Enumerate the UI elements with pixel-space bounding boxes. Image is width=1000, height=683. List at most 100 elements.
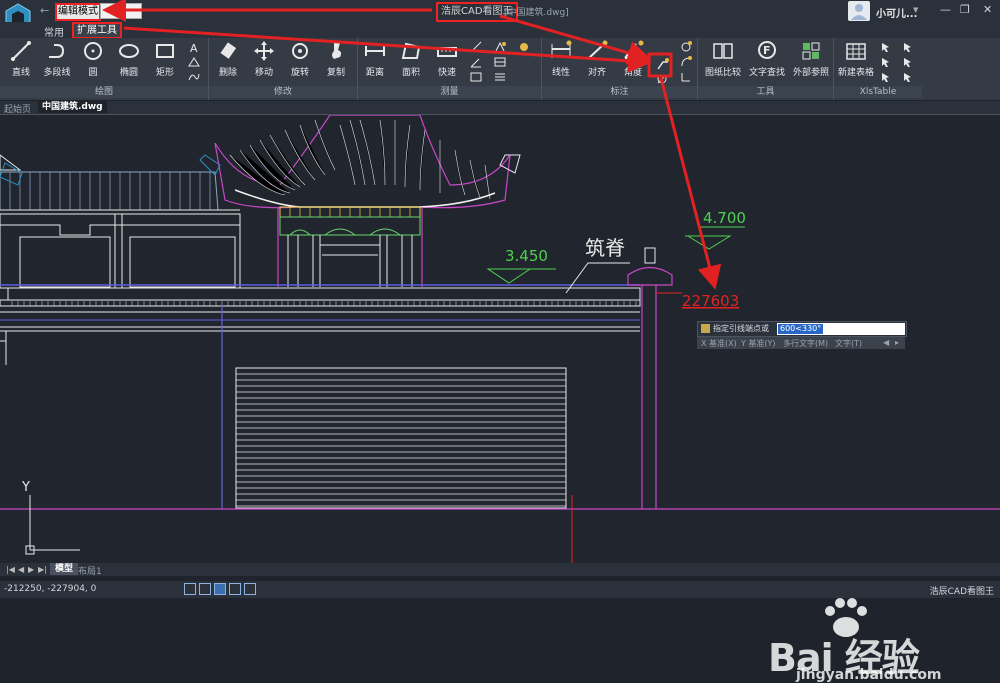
coordinate-icon[interactable]	[494, 41, 506, 53]
text-find-button[interactable]: F 文字查找	[746, 40, 788, 78]
user-name[interactable]: 小可儿...	[876, 5, 917, 20]
next-tab-icon[interactable]: ▶	[28, 565, 34, 574]
option-scroll-right-icon[interactable]: ▸	[895, 338, 899, 347]
drawing-compare-button[interactable]: 图纸比较	[702, 40, 744, 78]
arc-dim-icon[interactable]	[680, 56, 692, 68]
garage-door	[235, 367, 567, 509]
tab-start-page[interactable]: 起始页	[4, 102, 31, 115]
angle-dim-button[interactable]: 角度	[616, 40, 650, 78]
delete-tool-button[interactable]: 删除	[211, 40, 245, 78]
rotate-tool-button[interactable]: 旋转	[283, 40, 317, 78]
xref-button[interactable]: 外部参照	[790, 40, 832, 78]
option-mtext[interactable]: 多行文字(M)	[783, 338, 828, 349]
table-cursor-icon[interactable]	[880, 41, 892, 53]
text-find-icon: F	[758, 41, 776, 59]
copy-icon	[332, 43, 342, 59]
elevation-marker-2: 4.700	[685, 209, 746, 250]
quick-measure-button[interactable]: 快速	[430, 40, 464, 78]
group-label-xlstable: XlsTable	[834, 86, 922, 98]
rectangle-tool-button[interactable]: 矩形	[148, 40, 182, 78]
prev-tab-icon[interactable]: ◀	[18, 565, 24, 574]
line-tool-button[interactable]: 直线	[4, 40, 38, 78]
table-merge-icon[interactable]	[902, 56, 914, 68]
osnap-icon[interactable]	[229, 583, 241, 595]
linear-dim-button[interactable]: 线性	[544, 40, 578, 78]
group-label-annotate: 标注	[542, 86, 697, 98]
command-icon	[701, 324, 710, 333]
pavilion-columns	[277, 207, 423, 287]
svg-text:F: F	[763, 44, 771, 57]
measure-arc-icon[interactable]	[470, 41, 482, 53]
triangle-icon[interactable]	[188, 56, 200, 68]
group-draw: 直线 多段线 圆 椭圆 矩形 A 绘图	[0, 38, 209, 100]
option-y-base[interactable]: Y 基准(Y)	[741, 338, 776, 349]
tool-label: 对齐	[587, 68, 606, 78]
title-bar: ← 编辑模式 浩辰CAD看图王 [中国建筑.dwg] 小可儿... ▼ — ❐ …	[0, 0, 1000, 33]
first-tab-icon[interactable]: |◀	[6, 565, 15, 574]
option-scroll-left-icon[interactable]: ◀	[883, 338, 889, 347]
tool-label: 圆	[88, 68, 98, 78]
walls	[0, 305, 223, 509]
table-split-icon[interactable]	[902, 71, 914, 83]
ellipse-tool-button[interactable]: 椭圆	[112, 40, 146, 78]
option-text[interactable]: 文字(T)	[835, 338, 862, 349]
close-button[interactable]: ✕	[983, 3, 992, 16]
measure-grid-icon[interactable]	[470, 71, 482, 83]
tab-common[interactable]: 常用	[44, 24, 64, 39]
axis-y-label: Y	[21, 480, 30, 495]
leader-annotation-icon[interactable]	[656, 57, 670, 71]
drawing-canvas[interactable]: 3.450 4.700 筑脊 227603 Y 指定引线端点或 600<330°…	[0, 115, 1000, 683]
tab-extended-tools[interactable]: 扩展工具	[72, 22, 122, 39]
distance-tool-button[interactable]: 距离	[358, 40, 392, 78]
ridge-post	[627, 247, 673, 509]
area-tool-button[interactable]: 面积	[394, 40, 428, 78]
table-export-icon[interactable]	[880, 71, 892, 83]
copy-tool-button[interactable]: 复制	[319, 40, 353, 78]
table-import-icon[interactable]	[902, 41, 914, 53]
ridge-label-text: 筑脊	[585, 236, 625, 260]
ordinate-dim-icon[interactable]	[680, 71, 692, 83]
measure-angle-icon[interactable]	[470, 56, 482, 68]
minimize-button[interactable]: —	[940, 3, 951, 16]
ribbon: 直线 多段线 圆 椭圆 矩形 A 绘图 删除 移动 旋转 复制 修改 距离 面积…	[0, 38, 1000, 100]
new-table-button[interactable]: 新建表格	[836, 40, 876, 78]
table-edit-icon[interactable]	[880, 56, 892, 68]
aligned-dim-button[interactable]: 对齐	[580, 40, 614, 78]
text-a-icon[interactable]: A	[188, 41, 200, 53]
table-icon[interactable]	[494, 56, 506, 68]
last-tab-icon[interactable]: ▶|	[38, 565, 47, 574]
tool-label: 矩形	[155, 68, 174, 78]
command-input-value[interactable]: 600<330°	[778, 324, 824, 334]
group-tools: 图纸比较 F 文字查找 外部参照 工具	[698, 38, 834, 100]
edit-mode-label[interactable]: 编辑模式	[55, 3, 101, 21]
back-arrow-icon[interactable]: ←	[40, 4, 49, 17]
measure-star-icon[interactable]	[518, 41, 530, 53]
command-prompt-label: 指定引线端点或	[713, 324, 769, 333]
snap-icon[interactable]	[184, 583, 196, 595]
tool-label: 直线	[11, 68, 30, 78]
polar-icon[interactable]	[214, 583, 226, 595]
command-prompt: 指定引线端点或 600<330°	[697, 321, 907, 337]
fullscreen-icon[interactable]	[244, 583, 256, 595]
watermark-url: jingyan.baidu.com	[796, 667, 942, 683]
chevron-down-icon[interactable]: ▼	[913, 6, 918, 14]
tool-label: 文字查找	[748, 68, 785, 78]
polyline-tool-button[interactable]: 多段线	[40, 40, 74, 78]
quick-measure-icon	[437, 47, 457, 57]
ortho-icon[interactable]	[199, 583, 211, 595]
parapet-band	[0, 284, 641, 332]
tab-layout1[interactable]: 布局1	[78, 564, 102, 577]
move-tool-button[interactable]: 移动	[247, 40, 281, 78]
option-x-base[interactable]: X 基准(X)	[701, 338, 737, 349]
mode-dropdown[interactable]	[100, 3, 142, 19]
tab-model[interactable]: 模型	[50, 563, 79, 575]
tab-drawing-file[interactable]: 中国建筑.dwg	[38, 101, 107, 113]
list-icon[interactable]	[494, 71, 506, 83]
user-avatar[interactable]	[848, 1, 870, 21]
radius-dim-icon[interactable]	[680, 41, 692, 53]
diameter-dim-icon[interactable]	[656, 73, 668, 85]
circle-tool-button[interactable]: 圆	[76, 40, 110, 78]
restore-button[interactable]: ❐	[960, 3, 970, 16]
tool-label: 图纸比较	[704, 68, 741, 78]
spline-icon[interactable]	[188, 71, 200, 83]
